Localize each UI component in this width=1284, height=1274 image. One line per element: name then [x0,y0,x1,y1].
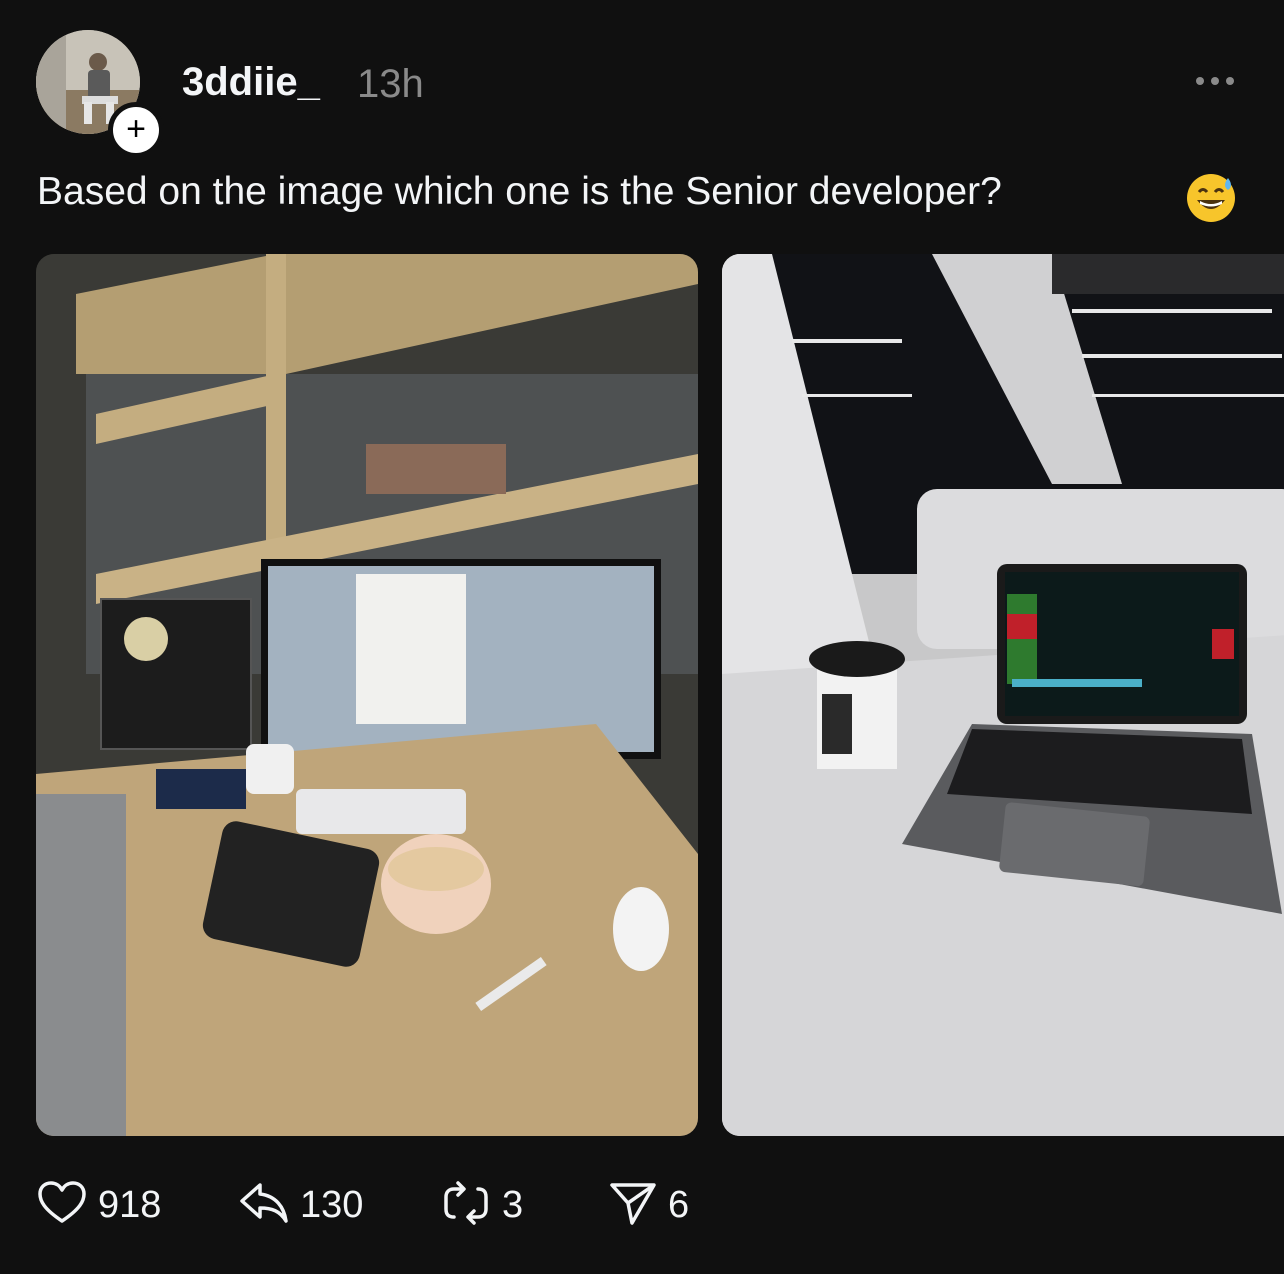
repost-count: 3 [502,1183,524,1226]
post-text: Based on the image which one is the Seni… [37,170,1002,213]
like-button[interactable]: 918 [36,1180,161,1230]
repost-icon [440,1177,492,1234]
avatar[interactable]: + [36,30,164,158]
reply-count: 130 [300,1183,364,1226]
laptop-photo[interactable] [722,254,1284,1136]
send-icon [606,1177,658,1234]
share-button[interactable]: 6 [606,1180,689,1230]
post-timestamp: 13h [357,62,424,106]
desk-setup-photo[interactable] [36,254,698,1136]
more-options-icon[interactable] [1190,66,1240,96]
follow-button[interactable]: + [108,102,164,158]
share-count: 6 [668,1183,690,1226]
repost-button[interactable]: 3 [440,1180,523,1230]
reply-button[interactable]: 130 [238,1180,363,1230]
username[interactable]: 3ddiie_ [182,60,320,105]
grinning-face-with-sweat-icon [1185,172,1237,224]
heart-icon [36,1177,88,1234]
like-count: 918 [98,1183,162,1226]
reply-icon [238,1177,290,1234]
